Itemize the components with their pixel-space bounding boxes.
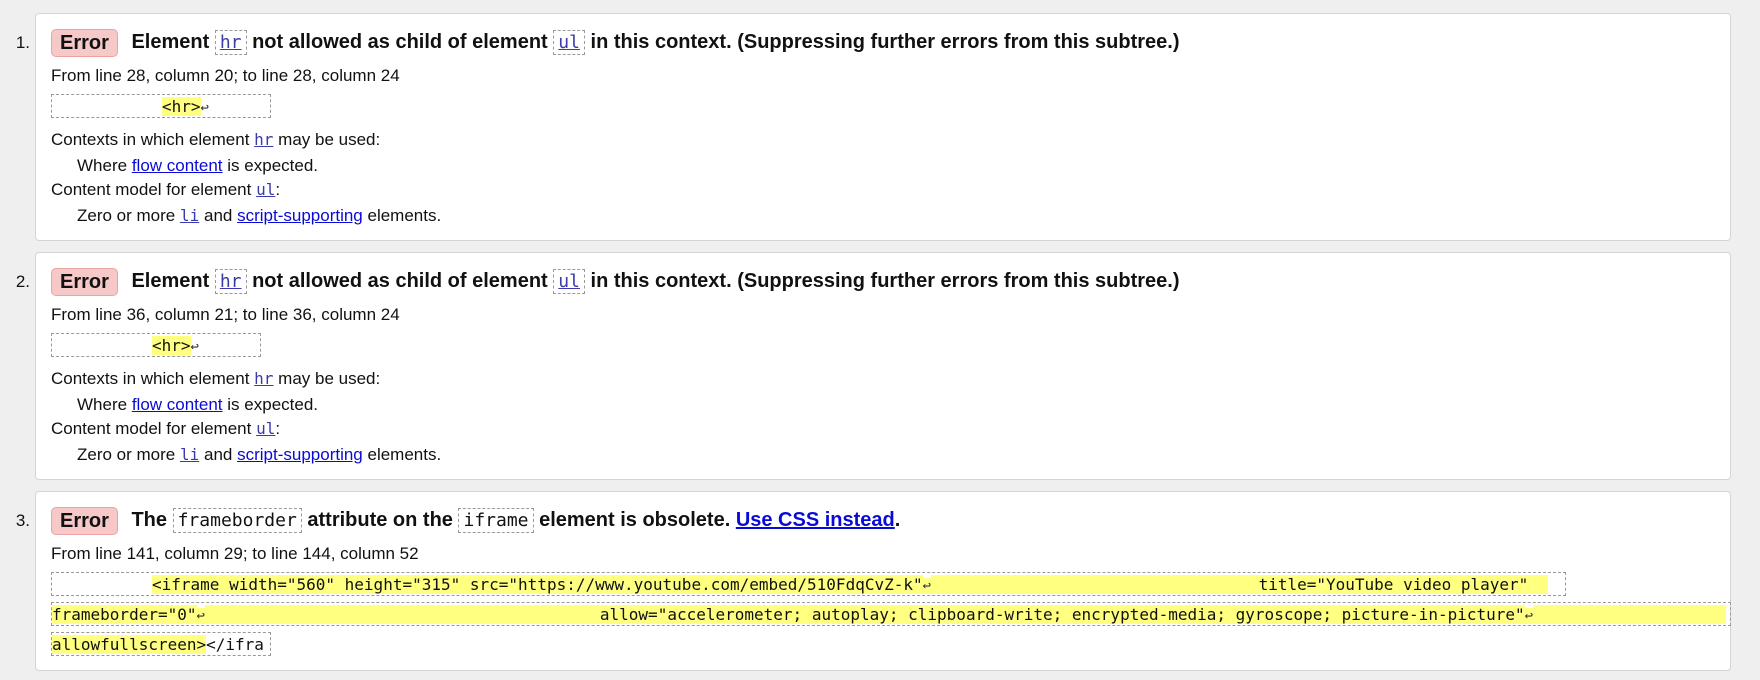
error-location: From line 28, column 20; to line 28, col…: [51, 66, 400, 85]
contexts-desc: Where flow content is expected.: [77, 156, 319, 175]
error-message: Error Element hr not allowed as child of…: [51, 28, 1180, 57]
use-css-instead-link[interactable]: Use CSS instead: [736, 509, 895, 531]
script-supporting-link[interactable]: script-supporting: [237, 206, 363, 225]
content-model-label: Content model for element ul:: [51, 180, 281, 199]
line-feed-icon: ↩: [200, 100, 209, 116]
element-link-li[interactable]: li: [180, 206, 199, 225]
code-extract-line: <iframe width="560" height="315" src="ht…: [51, 572, 1566, 596]
error-list: 1. Error Element hr not allowed as child…: [0, 0, 1760, 680]
element-link-li[interactable]: li: [180, 445, 199, 464]
content-model-desc: Zero or more li and script-supporting el…: [77, 445, 442, 464]
element-link-hr[interactable]: hr: [214, 268, 247, 294]
error-number: 3.: [15, 511, 30, 530]
error-item: 3. Error The frameborder attribute on th…: [16, 491, 1731, 671]
error-badge: Error: [51, 267, 118, 296]
contexts-label: Contexts in which element hr may be used…: [51, 130, 381, 149]
error-message: Error Element hr not allowed as child of…: [51, 267, 1180, 296]
error-location: From line 36, column 21; to line 36, col…: [51, 305, 400, 324]
code-extract-line: allowfullscreen></ifra: [51, 632, 271, 656]
error-message: Error The frameborder attribute on the i…: [51, 506, 900, 535]
error-badge: Error: [51, 506, 118, 535]
element-link-ul[interactable]: ul: [553, 268, 585, 294]
element-link-hr[interactable]: hr: [214, 29, 247, 55]
content-model-desc: Zero or more li and script-supporting el…: [77, 206, 442, 225]
line-feed-icon: ↩: [190, 339, 199, 355]
element-link-ul[interactable]: ul: [553, 29, 585, 55]
element-link-ul[interactable]: ul: [256, 419, 275, 438]
code-extract-line: frameborder="0"↩ allow="accelerometer; a…: [51, 602, 1731, 626]
line-feed-icon: ↩: [1524, 608, 1534, 624]
error-number: 2.: [15, 272, 30, 291]
contexts-desc: Where flow content is expected.: [77, 395, 319, 414]
contexts-label: Contexts in which element hr may be used…: [51, 369, 381, 388]
script-supporting-link[interactable]: script-supporting: [237, 445, 363, 464]
element-link-hr[interactable]: hr: [254, 369, 273, 388]
error-item: 1. Error Element hr not allowed as child…: [16, 13, 1731, 241]
code-extract: <hr>↩: [51, 94, 271, 118]
attribute-code-frameborder: frameborder: [172, 507, 302, 533]
flow-content-link[interactable]: flow content: [132, 395, 223, 414]
error-number: 1.: [15, 33, 30, 52]
element-link-ul[interactable]: ul: [256, 180, 275, 199]
element-link-hr[interactable]: hr: [254, 130, 273, 149]
error-item: 2. Error Element hr not allowed as child…: [16, 252, 1731, 480]
line-feed-icon: ↩: [922, 578, 932, 594]
flow-content-link[interactable]: flow content: [132, 156, 223, 175]
element-code-iframe: iframe: [458, 507, 534, 533]
line-feed-icon: ↩: [196, 608, 205, 624]
code-extract: <hr>↩: [51, 333, 261, 357]
content-model-label: Content model for element ul:: [51, 419, 281, 438]
error-location: From line 141, column 29; to line 144, c…: [51, 544, 419, 563]
error-badge: Error: [51, 28, 118, 57]
